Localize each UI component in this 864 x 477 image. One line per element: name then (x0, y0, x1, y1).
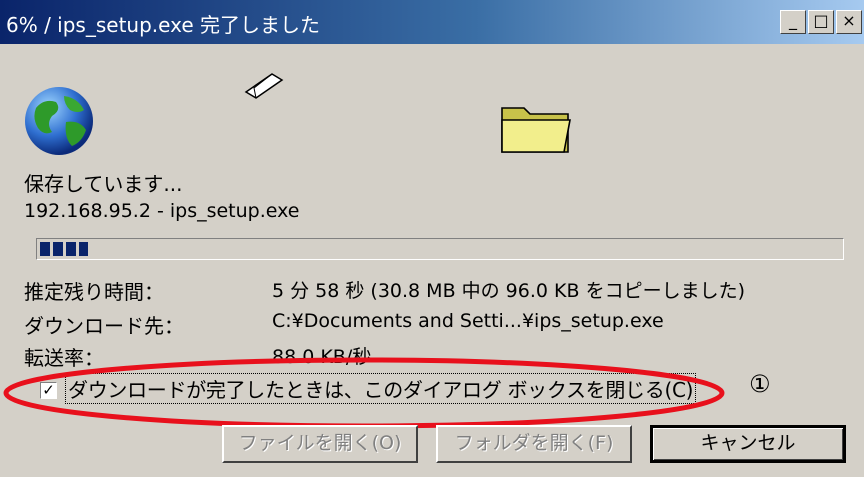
saving-status-text: 保存しています... (24, 172, 183, 196)
folder-icon (501, 107, 571, 153)
transfer-rate-value: 88.0 KB/秒 (272, 346, 372, 368)
download-progress-bar (36, 238, 844, 260)
transfer-rate-label: 転送率： (24, 346, 104, 370)
close-on-complete-checkbox[interactable]: ✓ (40, 382, 57, 399)
destination-label: ダウンロード先： (24, 314, 184, 338)
download-dialog: 6% / ips_setup.exe 完了しました _ □ × 保存しています.… (0, 0, 864, 477)
remaining-time-value: 5 分 58 秒 (30.8 MB 中の 96.0 KB をコピーしました) (272, 280, 745, 302)
open-file-button[interactable]: ファイルを開く(O) (222, 425, 418, 463)
annotation-marker: ① (749, 370, 771, 398)
open-folder-button[interactable]: フォルダを開く(F) (436, 425, 632, 463)
globe-icon (25, 87, 93, 155)
window-title: 6% / ips_setup.exe 完了しました (6, 13, 320, 37)
title-bar[interactable]: 6% / ips_setup.exe 完了しました _ □ × (0, 0, 864, 44)
paper-icon (244, 73, 284, 99)
download-source-text: 192.168.95.2 - ips_setup.exe (24, 200, 300, 222)
close-button[interactable]: × (836, 10, 862, 34)
cancel-button[interactable]: キャンセル (650, 425, 846, 463)
minimize-button[interactable]: _ (780, 10, 806, 34)
destination-value: C:¥Documents and Setti...¥ips_setup.exe (272, 310, 664, 332)
progress-fill (40, 242, 88, 256)
remaining-time-label: 推定残り時間： (24, 280, 164, 304)
close-on-complete-label[interactable]: ダウンロードが完了したときは、このダイアログ ボックスを閉じる(C) (64, 373, 697, 404)
maximize-button[interactable]: □ (808, 10, 834, 34)
